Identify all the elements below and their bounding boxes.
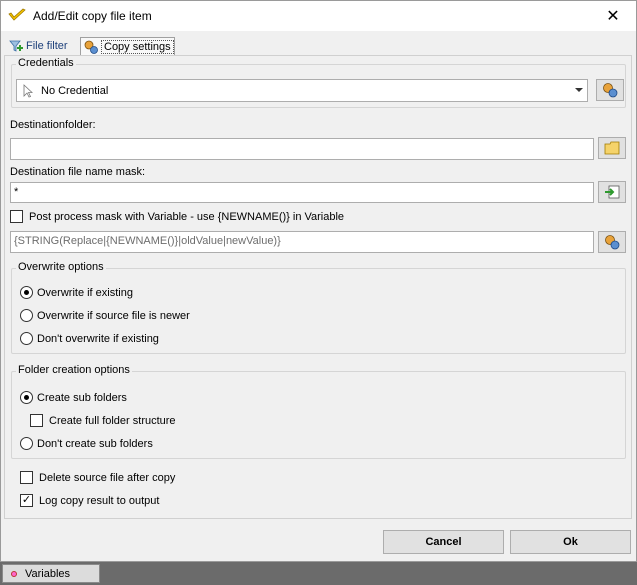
- credential-settings-button[interactable]: [596, 79, 624, 101]
- ok-button[interactable]: Ok: [510, 530, 631, 554]
- folder-creation-group: Folder creation options Create sub folde…: [11, 364, 626, 459]
- status-bar: Variables: [0, 562, 637, 585]
- insert-variable-button[interactable]: [598, 181, 626, 203]
- tab-copy-settings[interactable]: Copy settings: [80, 37, 175, 55]
- dialog-window: Add/Edit copy file item ✕ File filter Co…: [0, 0, 637, 562]
- overwrite-if-existing-radio[interactable]: Overwrite if existing: [20, 286, 133, 299]
- checkmark-logo-icon: [8, 8, 26, 21]
- chevron-down-icon: [575, 88, 583, 92]
- file-name-mask-label: Destination file name mask:: [10, 166, 146, 178]
- title-bar: Add/Edit copy file item ✕: [1, 1, 636, 31]
- overwrite-options-group: Overwrite options Overwrite if existing …: [11, 261, 626, 354]
- radio-indicator: [20, 437, 33, 450]
- folder-creation-legend: Folder creation options: [16, 364, 132, 376]
- gears-icon: [84, 40, 98, 54]
- create-full-structure-checkbox[interactable]: Create full folder structure: [30, 414, 176, 427]
- gears-icon: [605, 235, 620, 250]
- overwrite-if-existing-label: Overwrite if existing: [37, 286, 133, 299]
- destination-folder-label: Destinationfolder:: [10, 119, 96, 131]
- dont-overwrite-label: Don't overwrite if existing: [37, 332, 159, 345]
- credentials-legend: Credentials: [16, 57, 76, 69]
- tab-copy-settings-label: Copy settings: [101, 39, 174, 54]
- window-title: Add/Edit copy file item: [33, 9, 152, 23]
- log-result-checkbox[interactable]: ✓ Log copy result to output: [20, 494, 159, 507]
- folder-icon: [604, 141, 620, 155]
- browse-folder-button[interactable]: [598, 137, 626, 159]
- delete-source-checkbox-box[interactable]: [20, 471, 33, 484]
- funnel-plus-icon: [9, 40, 23, 52]
- destination-folder-input[interactable]: [10, 138, 594, 160]
- radio-indicator: [20, 332, 33, 345]
- close-icon: ✕: [606, 8, 620, 25]
- credentials-group: Credentials No Credential: [11, 57, 626, 108]
- dont-create-sub-folders-label: Don't create sub folders: [37, 437, 153, 450]
- tab-file-filter-label: File filter: [26, 40, 68, 52]
- overwrite-if-newer-radio[interactable]: Overwrite if source file is newer: [20, 309, 190, 322]
- close-button[interactable]: ✕: [590, 1, 636, 31]
- tab-file-filter[interactable]: File filter: [6, 37, 77, 55]
- copy-settings-panel: Credentials No Credential Destinationfol…: [4, 55, 632, 519]
- delete-source-checkbox[interactable]: Delete source file after copy: [20, 471, 175, 484]
- radio-selected-indicator: [20, 391, 33, 404]
- log-result-checkmark-icon[interactable]: ✓: [20, 494, 33, 507]
- variables-tab-label: Variables: [25, 567, 71, 580]
- delete-source-label: Delete source file after copy: [39, 471, 176, 484]
- overwrite-if-newer-label: Overwrite if source file is newer: [37, 309, 190, 322]
- create-sub-folders-radio[interactable]: Create sub folders: [20, 391, 127, 404]
- radio-selected-indicator: [20, 286, 33, 299]
- cursor-arrow-icon: [23, 83, 33, 97]
- status-dot-icon: [11, 570, 17, 577]
- post-process-label: Post process mask with Variable - use {N…: [29, 210, 345, 223]
- post-process-checkbox[interactable]: Post process mask with Variable - use {N…: [10, 210, 344, 223]
- create-full-structure-checkbox-box[interactable]: [30, 414, 43, 427]
- overwrite-options-legend: Overwrite options: [16, 261, 106, 273]
- insert-arrow-icon: [605, 185, 620, 199]
- log-result-label: Log copy result to output: [39, 494, 160, 507]
- cancel-button[interactable]: Cancel: [383, 530, 504, 554]
- dont-overwrite-radio[interactable]: Don't overwrite if existing: [20, 332, 159, 345]
- dont-create-sub-folders-radio[interactable]: Don't create sub folders: [20, 437, 153, 450]
- post-process-settings-button[interactable]: [598, 231, 626, 253]
- post-process-checkbox-box[interactable]: [10, 210, 23, 223]
- credential-selected-value: No Credential: [41, 84, 109, 97]
- create-full-structure-label: Create full folder structure: [49, 414, 176, 427]
- create-sub-folders-label: Create sub folders: [37, 391, 127, 404]
- gears-icon: [603, 83, 618, 98]
- radio-indicator: [20, 309, 33, 322]
- file-name-mask-input[interactable]: *: [10, 182, 594, 203]
- variables-tab[interactable]: Variables: [2, 564, 100, 583]
- post-process-variable-input[interactable]: {STRING(Replace|{NEWNAME()}|oldValue|new…: [10, 231, 594, 253]
- credential-select[interactable]: No Credential: [16, 79, 588, 102]
